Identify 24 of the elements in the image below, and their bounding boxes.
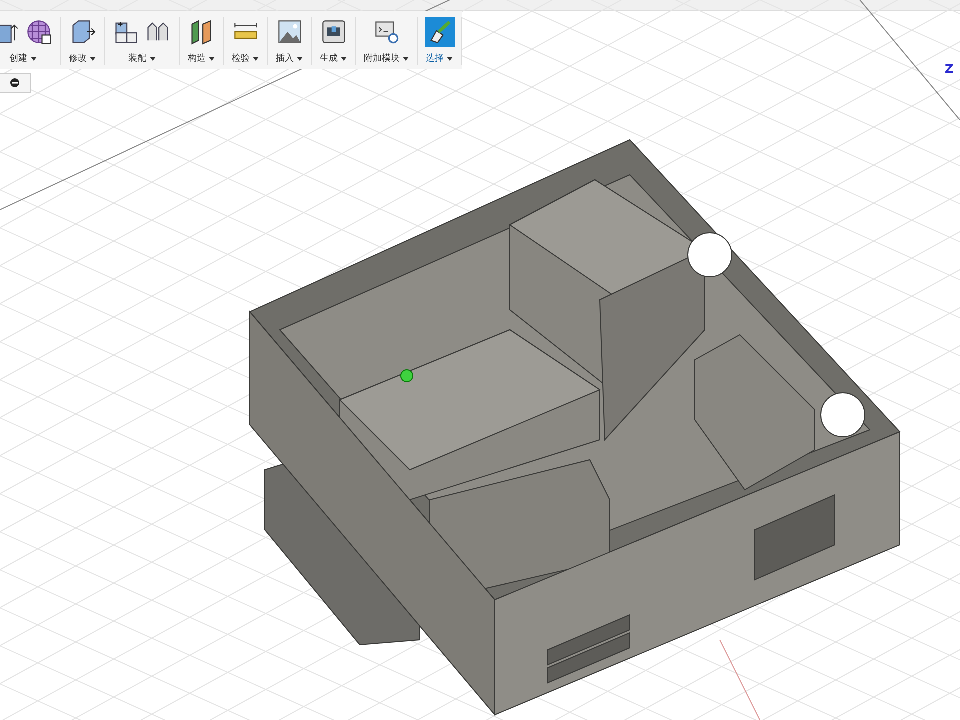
caret-icon	[447, 56, 453, 61]
axis-label: Z	[945, 62, 954, 76]
caret-icon	[30, 56, 36, 61]
caret-icon	[150, 56, 156, 61]
toolbar-menu-button[interactable]: 附加模块	[364, 52, 409, 65]
toolbar-menu-button[interactable]: 选择	[426, 52, 453, 65]
toolbar-menu-button[interactable]: 修改	[69, 52, 96, 65]
caret-icon	[90, 56, 96, 61]
caret-icon	[341, 56, 347, 61]
caret-icon	[403, 56, 409, 61]
minus-circle-icon[interactable]	[10, 78, 20, 88]
form-icon[interactable]	[26, 19, 52, 45]
toolbar-menu-button[interactable]: 装配	[128, 52, 156, 65]
script-icon[interactable]	[374, 19, 400, 45]
toolbar-menu-button[interactable]: 创建	[10, 52, 36, 65]
toolbar-menu-button[interactable]: 构造	[188, 52, 215, 65]
toolbar-menu-button[interactable]: 检验	[232, 52, 259, 65]
image-icon[interactable]	[276, 19, 302, 45]
toolbar-menu-button[interactable]: 生成	[320, 52, 347, 65]
caret-icon	[209, 56, 215, 61]
toolbar-menu-button[interactable]: 插入	[276, 52, 303, 65]
caret-icon	[253, 56, 259, 61]
select-icon[interactable]	[426, 19, 452, 45]
caret-icon	[297, 56, 303, 61]
